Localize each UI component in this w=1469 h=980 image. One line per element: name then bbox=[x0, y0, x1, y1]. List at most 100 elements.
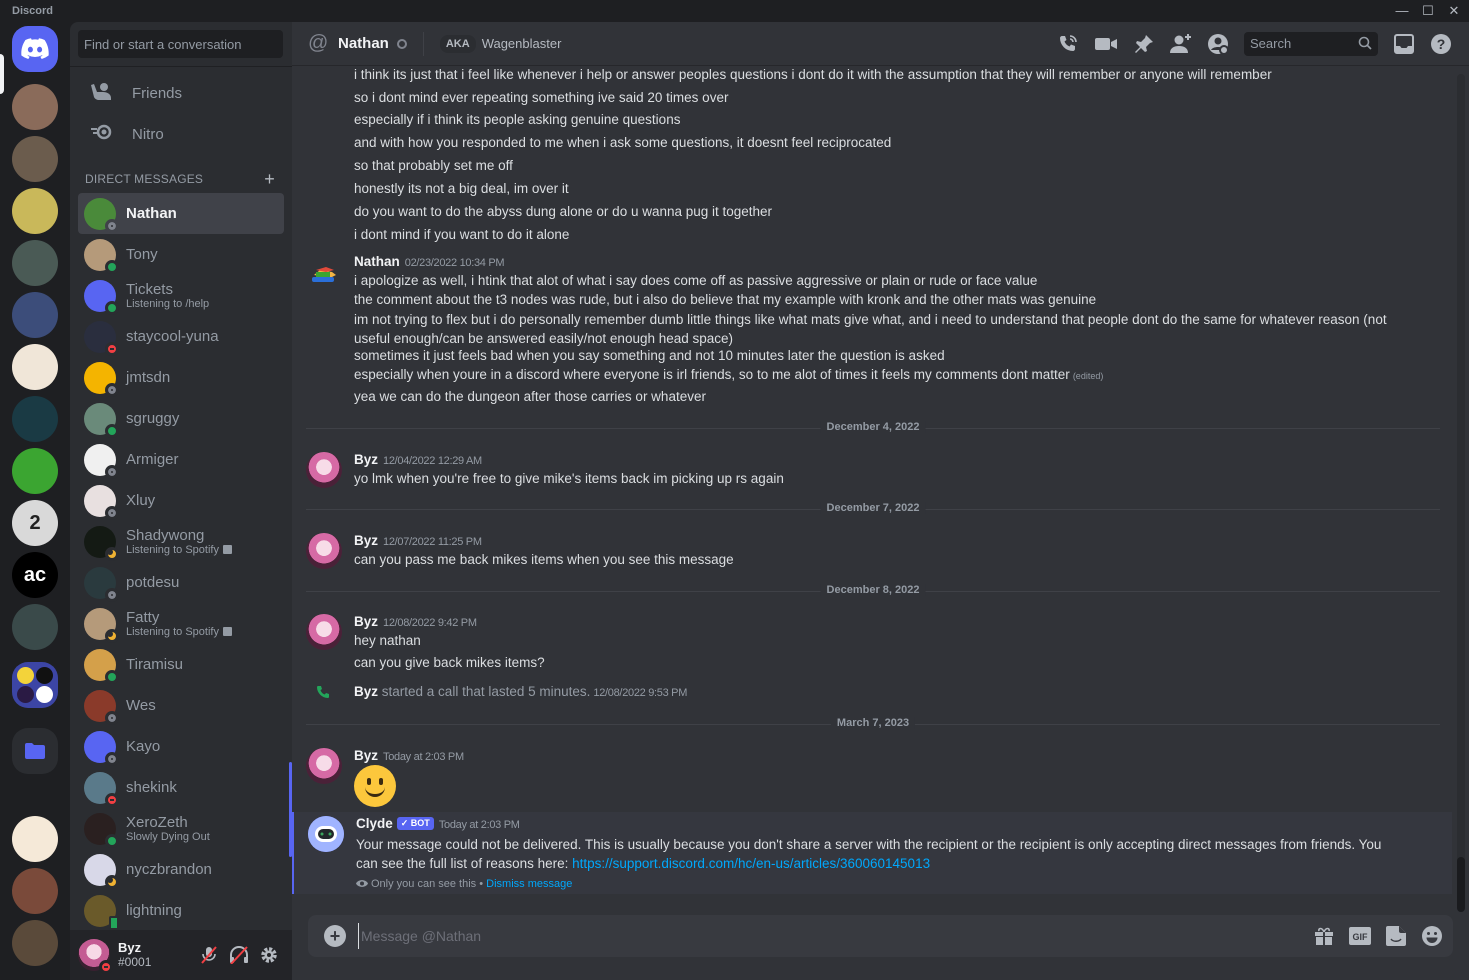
dm-item[interactable]: Armiger bbox=[78, 439, 284, 480]
dm-item[interactable]: nyczbrandon bbox=[78, 849, 284, 890]
message-text: so i dont mind ever repeating something … bbox=[354, 90, 729, 105]
dm-item[interactable]: sgruggy bbox=[78, 398, 284, 439]
start-voice-call-button[interactable] bbox=[1056, 32, 1080, 56]
author-name[interactable]: Nathan bbox=[354, 254, 400, 269]
server-folder-group[interactable] bbox=[12, 662, 58, 708]
status-dnd-icon bbox=[105, 792, 119, 807]
user-avatar[interactable] bbox=[78, 939, 113, 974]
server-icon[interactable]: ac bbox=[12, 552, 58, 598]
home-button[interactable] bbox=[12, 26, 58, 72]
emoji-picker-button[interactable] bbox=[1420, 924, 1444, 948]
dm-item[interactable]: Xluy bbox=[78, 480, 284, 521]
message-author[interactable]: Byz 12/07/2022 11:25 PM bbox=[354, 533, 482, 548]
voice-call-icon bbox=[1060, 35, 1077, 51]
message-author[interactable]: Byz Today at 2:03 PM bbox=[354, 748, 464, 763]
dm-item[interactable]: Tickets Listening to /help bbox=[78, 275, 284, 316]
sticker-picker-button[interactable] bbox=[1384, 924, 1408, 948]
inbox-button[interactable] bbox=[1392, 32, 1416, 56]
message-text: i apologize as well, i htink that alot o… bbox=[354, 273, 1038, 288]
add-friends-to-dm-button[interactable] bbox=[1169, 32, 1193, 56]
dm-name: Tiramisu bbox=[126, 655, 183, 673]
dm-item[interactable]: Tony bbox=[78, 234, 284, 275]
message-author[interactable]: Clyde ✓ BOT Today at 2:03 PM bbox=[356, 816, 520, 831]
close-button[interactable]: ✕ bbox=[1441, 2, 1467, 20]
mute-button[interactable] bbox=[198, 944, 220, 966]
find-conversation-button[interactable]: Find or start a conversation bbox=[78, 30, 283, 58]
channel-name[interactable]: Nathan bbox=[338, 35, 389, 52]
message-input[interactable] bbox=[358, 923, 1258, 949]
dm-item[interactable]: Shadywong Listening to Spotify bbox=[78, 521, 284, 562]
message-author[interactable]: Byz 12/04/2022 12:29 AM bbox=[354, 452, 482, 467]
dm-avatar bbox=[84, 238, 119, 274]
message-author[interactable]: Nathan 02/23/2022 10:34 PM bbox=[354, 254, 505, 269]
dm-item[interactable]: XeroZeth Slowly Dying Out bbox=[78, 808, 284, 849]
dm-item[interactable]: staycool-yuna bbox=[78, 316, 284, 357]
server-icon[interactable] bbox=[12, 292, 58, 338]
byz-avatar[interactable] bbox=[306, 452, 342, 488]
author-name[interactable]: Byz bbox=[354, 614, 378, 629]
slightly-smiling-face-emoji[interactable] bbox=[354, 765, 396, 807]
nav-friends[interactable]: Friends bbox=[78, 73, 284, 113]
server-icon[interactable] bbox=[12, 448, 58, 494]
server-icon[interactable] bbox=[12, 604, 58, 650]
help-button[interactable]: ? bbox=[1429, 32, 1453, 56]
gif-icon: GIF bbox=[1349, 927, 1371, 945]
dm-item[interactable]: lightning bbox=[78, 890, 284, 931]
dm-item[interactable]: shekink bbox=[78, 767, 284, 808]
server-icon[interactable] bbox=[12, 136, 58, 182]
minimize-button[interactable]: — bbox=[1389, 2, 1415, 20]
server-icon[interactable] bbox=[12, 84, 58, 130]
user-settings-button[interactable] bbox=[258, 944, 280, 966]
nav-nitro[interactable]: Nitro bbox=[78, 114, 284, 154]
byz-avatar[interactable] bbox=[306, 614, 342, 650]
message-text: the comment about the t3 nodes was rude,… bbox=[354, 292, 1097, 307]
server-folder[interactable] bbox=[12, 728, 58, 774]
dm-item[interactable]: Fatty Listening to Spotify bbox=[78, 603, 284, 644]
call-author[interactable]: Byz bbox=[354, 684, 378, 699]
edited-label: (edited) bbox=[1072, 371, 1104, 381]
byz-avatar[interactable] bbox=[306, 748, 342, 784]
server-icon[interactable] bbox=[12, 396, 58, 442]
dm-item[interactable]: Tiramisu bbox=[78, 644, 284, 685]
byz-avatar[interactable] bbox=[306, 533, 342, 569]
message-author[interactable]: Byz 12/08/2022 9:42 PM bbox=[354, 614, 477, 629]
header-search-input[interactable]: Search bbox=[1244, 32, 1378, 56]
dm-item[interactable]: Wes bbox=[78, 685, 284, 726]
author-name[interactable]: Byz bbox=[354, 533, 378, 548]
server-icon[interactable] bbox=[12, 920, 58, 966]
server-icon[interactable] bbox=[12, 344, 58, 390]
gift-nitro-button[interactable] bbox=[1312, 924, 1336, 948]
phone-call-icon bbox=[317, 686, 329, 698]
maximize-button[interactable]: ☐ bbox=[1415, 2, 1441, 20]
message-text: especially if i think its people asking … bbox=[354, 112, 681, 127]
nathan-avatar[interactable] bbox=[306, 255, 342, 291]
create-dm-plus-icon[interactable]: + bbox=[264, 170, 275, 188]
server-icon[interactable] bbox=[12, 188, 58, 234]
server-icon[interactable]: 2 bbox=[12, 500, 58, 546]
message-scrollbar-track[interactable] bbox=[1457, 74, 1465, 912]
upload-plus-button[interactable]: + bbox=[324, 925, 346, 947]
message-scrollbar-thumb[interactable] bbox=[1457, 857, 1465, 912]
deafen-button[interactable] bbox=[228, 944, 250, 966]
clyde-avatar[interactable] bbox=[308, 816, 344, 852]
dismiss-message-link[interactable]: Dismiss message bbox=[486, 878, 572, 890]
author-name[interactable]: Clyde bbox=[356, 816, 393, 831]
server-icon[interactable] bbox=[12, 240, 58, 286]
dm-activity: Listening to Spotify bbox=[126, 626, 232, 639]
start-video-call-button[interactable] bbox=[1094, 32, 1118, 56]
support-link[interactable]: https://support.discord.com/hc/en-us/art… bbox=[572, 856, 930, 871]
dm-item[interactable]: Nathan bbox=[78, 193, 284, 234]
author-name[interactable]: Byz bbox=[354, 748, 378, 763]
date-divider: March 7, 2023 bbox=[306, 717, 1440, 729]
author-name[interactable]: Byz bbox=[354, 452, 378, 467]
server-icon[interactable] bbox=[12, 868, 58, 914]
pinned-messages-button[interactable] bbox=[1132, 32, 1156, 56]
server-icon[interactable] bbox=[12, 816, 58, 862]
dm-item[interactable]: potdesu bbox=[78, 562, 284, 603]
user-profile-button[interactable] bbox=[1206, 32, 1230, 56]
divider bbox=[70, 66, 292, 67]
dm-item[interactable]: Kayo bbox=[78, 726, 284, 767]
message-timestamp: 02/23/2022 10:34 PM bbox=[404, 257, 505, 269]
dm-item[interactable]: jmtsdn bbox=[78, 357, 284, 398]
gif-picker-button[interactable]: GIF bbox=[1348, 924, 1372, 948]
